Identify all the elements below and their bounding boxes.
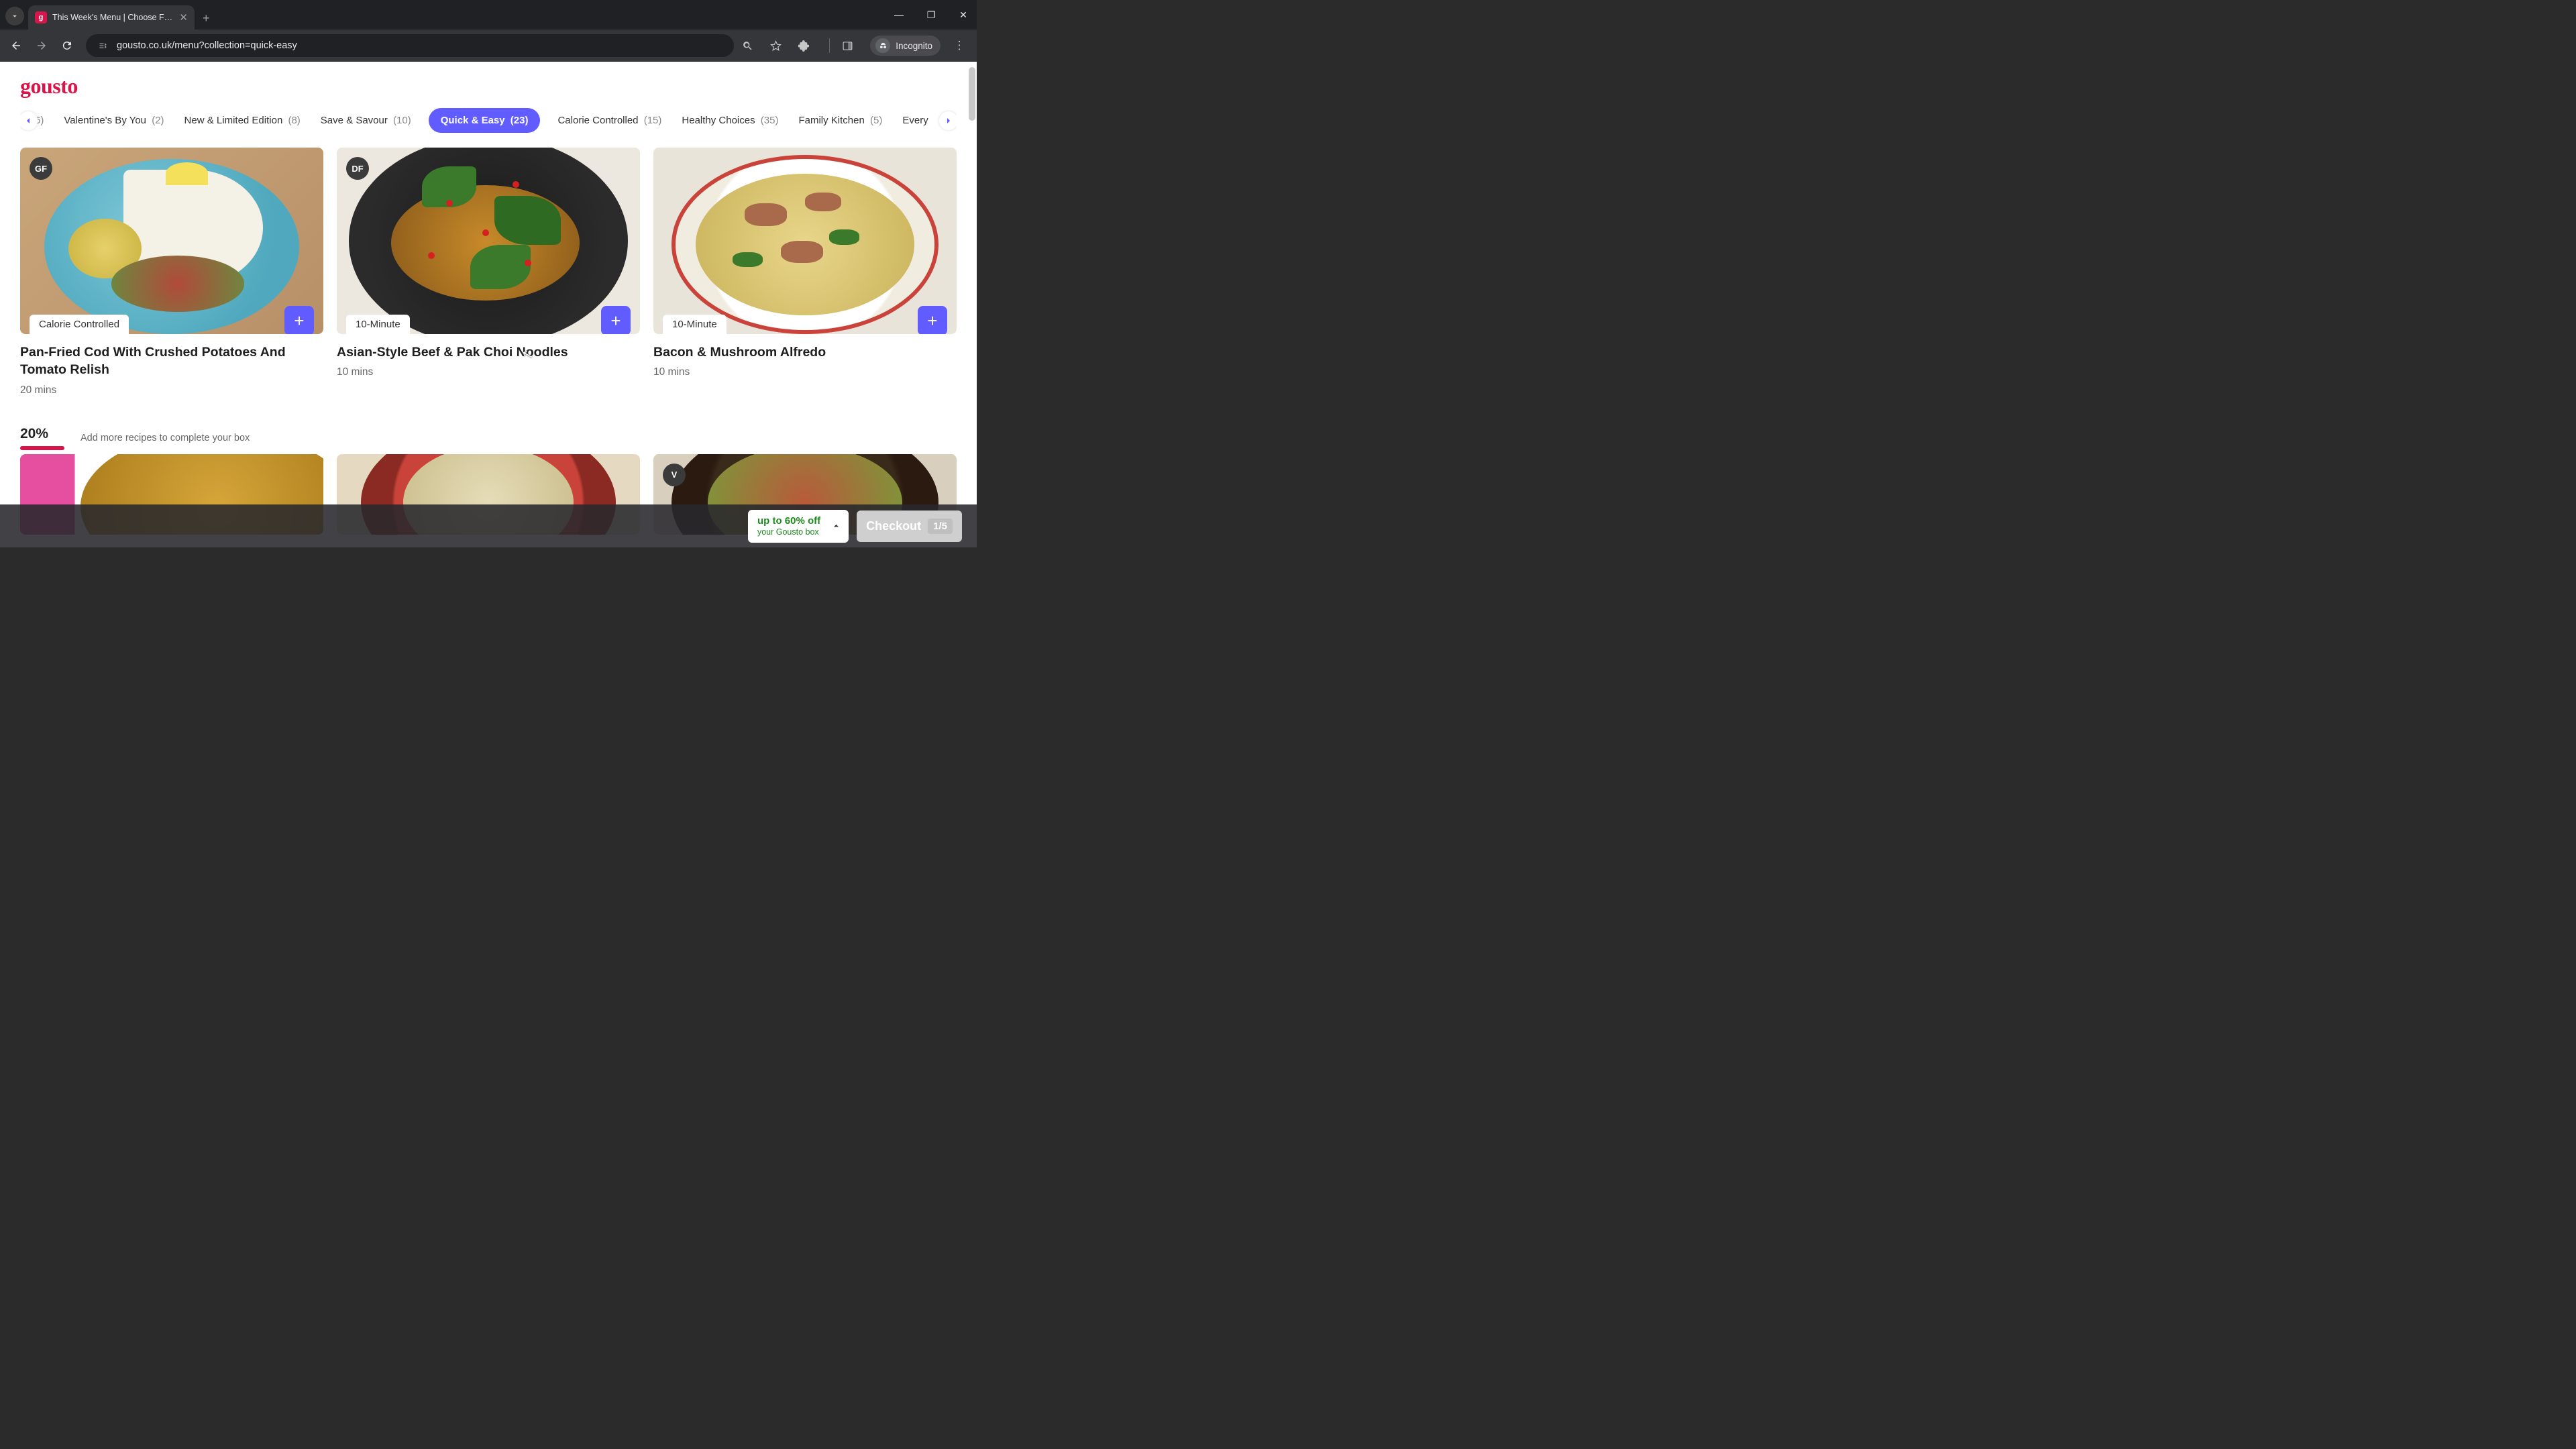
- chevron-left-icon: [23, 115, 34, 126]
- promo-banner[interactable]: up to 60% off your Gousto box: [748, 510, 849, 543]
- close-icon[interactable]: ✕: [179, 11, 188, 23]
- diet-badge: DF: [346, 157, 369, 180]
- recipe-title: Pan-Fried Cod With Crushed Potatoes And …: [20, 343, 323, 379]
- scrollbar-thumb[interactable]: [969, 67, 975, 121]
- chevron-down-icon: [10, 11, 19, 21]
- new-tab-button[interactable]: +: [195, 11, 218, 30]
- window-controls: ― ❐ ✕: [890, 0, 973, 30]
- search-icon[interactable]: [742, 40, 761, 52]
- brand-logo[interactable]: gousto: [20, 74, 78, 99]
- incognito-icon: [875, 38, 890, 53]
- url-text: gousto.co.uk/menu?collection=quick-easy: [117, 40, 297, 51]
- checkout-counter: 1/5: [928, 519, 953, 534]
- checkout-bar: up to 60% off your Gousto box Checkout 1…: [0, 504, 977, 547]
- diet-badge: GF: [30, 157, 52, 180]
- browser-toolbar: gousto.co.uk/menu?collection=quick-easy …: [0, 30, 977, 62]
- forward-button[interactable]: [31, 35, 52, 56]
- filter-pill-truncated-right[interactable]: Every: [900, 109, 930, 131]
- add-recipe-button[interactable]: +: [601, 306, 631, 334]
- recipe-chip: Calorie Controlled: [30, 315, 129, 334]
- minimize-icon[interactable]: ―: [890, 9, 908, 20]
- recipe-card[interactable]: DF 10-Minute + Asian-Style Beef & Pak Ch…: [337, 148, 640, 396]
- filter-pill-new-limited[interactable]: New & Limited Edition (8): [182, 109, 303, 131]
- filter-pill-save-savour[interactable]: Save & Savour (10): [318, 109, 414, 131]
- promo-title: up to 60% off: [757, 515, 820, 527]
- filter-pill-healthy[interactable]: Healthy Choices (35): [679, 109, 781, 131]
- recipe-card[interactable]: GF Calorie Controlled + Pan-Fried Cod Wi…: [20, 148, 323, 396]
- promo-subtitle: your Gousto box: [757, 527, 820, 537]
- filters-scroll-right[interactable]: [939, 111, 957, 130]
- page-viewport: gousto 6) Valentine's By You (2) New & L…: [0, 62, 977, 547]
- favicon-icon: g: [35, 11, 47, 23]
- browser-titlebar: g This Week's Menu | Choose Fro… ✕ + ― ❐…: [0, 0, 977, 30]
- recipe-meta: 10 mins: [337, 366, 640, 378]
- close-window-icon[interactable]: ✕: [954, 9, 973, 21]
- recipe-image: GF Calorie Controlled +: [20, 148, 323, 334]
- chevron-right-icon: [943, 115, 954, 126]
- filter-pill-quick-easy[interactable]: Quick & Easy (23): [429, 108, 541, 133]
- extensions-icon[interactable]: [798, 40, 817, 52]
- checkout-label: Checkout: [866, 519, 921, 533]
- incognito-badge[interactable]: Incognito: [870, 36, 941, 56]
- add-recipe-button[interactable]: +: [918, 306, 947, 334]
- reload-icon: [61, 40, 73, 52]
- recipe-grid: GF Calorie Controlled + Pan-Fried Cod Wi…: [20, 148, 957, 396]
- recipe-chip: 10-Minute: [663, 315, 727, 334]
- address-bar[interactable]: gousto.co.uk/menu?collection=quick-easy: [86, 34, 734, 57]
- recipe-title: Bacon & Mushroom Alfredo: [653, 343, 957, 361]
- tab-search-button[interactable]: [5, 7, 24, 25]
- checkout-button[interactable]: Checkout 1/5: [857, 511, 962, 542]
- filter-pill-valentines[interactable]: Valentine's By You (2): [61, 109, 166, 131]
- site-settings-icon[interactable]: [95, 38, 110, 53]
- recipe-card[interactable]: 10-Minute + Bacon & Mushroom Alfredo 10 …: [653, 148, 957, 396]
- sidepanel-icon[interactable]: [842, 40, 861, 52]
- diet-badge: V: [663, 464, 686, 486]
- browser-tab[interactable]: g This Week's Menu | Choose Fro… ✕: [28, 5, 195, 30]
- maximize-icon[interactable]: ❐: [922, 9, 941, 21]
- progress-fill: [20, 446, 64, 450]
- recipe-meta: 20 mins: [20, 384, 323, 396]
- arrow-right-icon: [36, 40, 48, 52]
- progress-percent: 20%: [20, 426, 64, 442]
- recipe-image: 10-Minute +: [653, 148, 957, 334]
- toolbar-divider: [829, 38, 830, 53]
- reload-button[interactable]: [56, 35, 78, 56]
- recipe-image: DF 10-Minute +: [337, 148, 640, 334]
- toolbar-right: Incognito ⋮: [742, 36, 971, 56]
- progress-row: 20% Add more recipes to complete your bo…: [20, 426, 957, 450]
- chevron-up-icon: [830, 521, 842, 532]
- filter-pill-calorie[interactable]: Calorie Controlled (15): [555, 109, 664, 131]
- progress-text: Add more recipes to complete your box: [80, 433, 250, 443]
- category-filters: 6) Valentine's By You (2) New & Limited …: [20, 108, 957, 133]
- progress-bar: [20, 446, 64, 450]
- incognito-label: Incognito: [896, 41, 932, 51]
- arrow-left-icon: [10, 40, 22, 52]
- filter-pill-family[interactable]: Family Kitchen (5): [796, 109, 885, 131]
- recipe-meta: 10 mins: [653, 366, 957, 378]
- back-button[interactable]: [5, 35, 27, 56]
- recipe-title: Asian-Style Beef & Pak Choi Noodles: [337, 343, 640, 361]
- menu-icon[interactable]: ⋮: [950, 39, 969, 52]
- recipe-chip: 10-Minute: [346, 315, 410, 334]
- bookmark-icon[interactable]: [770, 40, 789, 52]
- tab-title: This Week's Menu | Choose Fro…: [52, 13, 174, 22]
- add-recipe-button[interactable]: +: [284, 306, 314, 334]
